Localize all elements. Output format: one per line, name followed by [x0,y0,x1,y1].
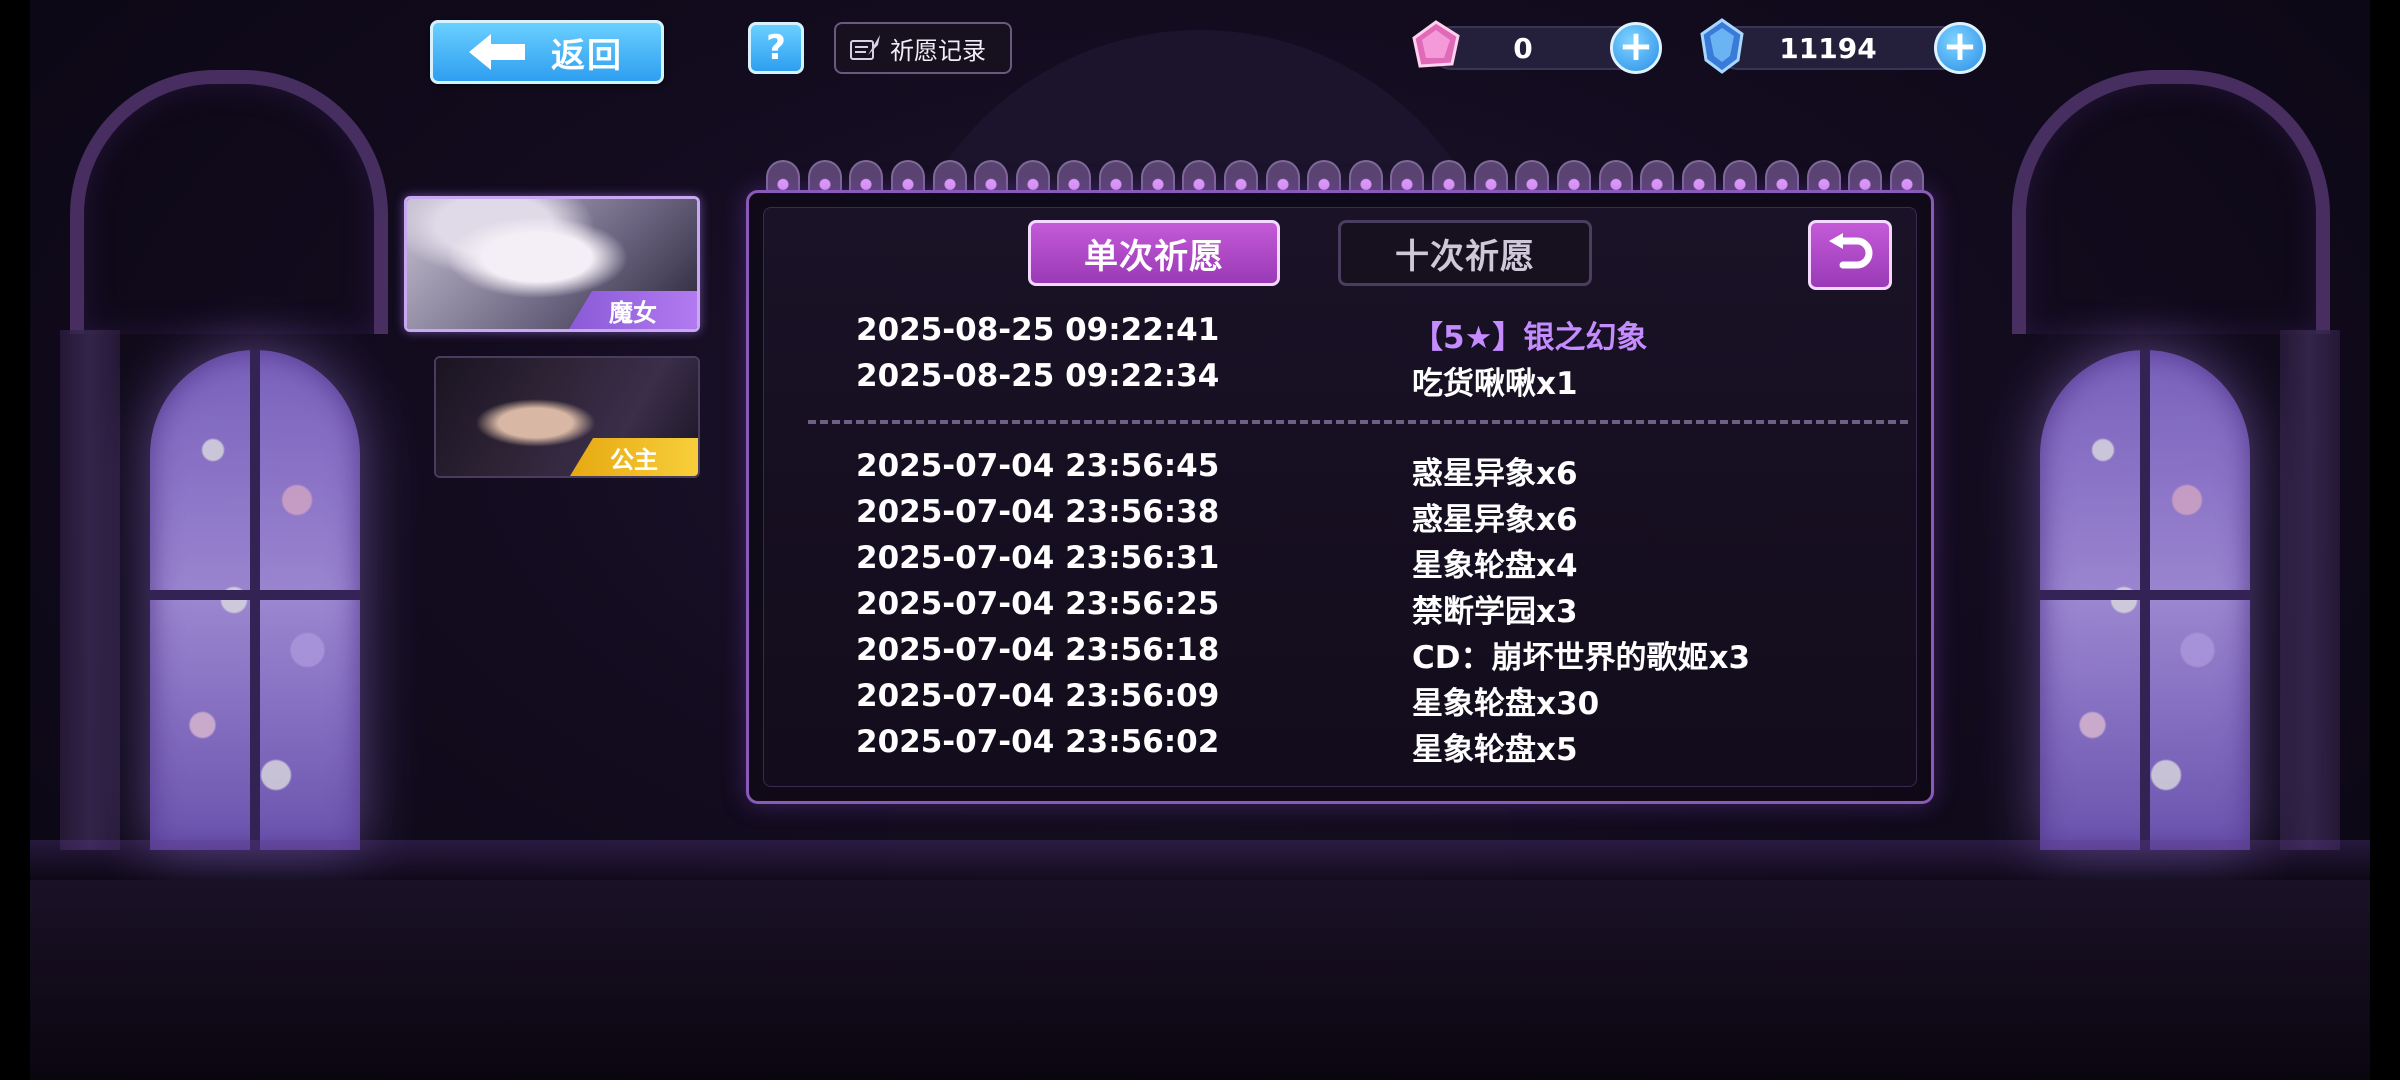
record-time: 2025-07-04 23:56:31 [856,540,1220,576]
letterbox-right [2370,0,2400,1080]
wish-history-label: 祈愿记录 [890,36,986,65]
record-time: 2025-07-04 23:56:38 [856,494,1220,530]
record-row: 2025-07-04 23:56:38 惑星异象x6 [0,494,1578,538]
back-button[interactable]: 返回 [430,20,664,84]
record-item: 星象轮盘x4 [1412,548,1578,584]
record-row: 2025-07-04 23:56:25 禁断学园x3 [0,586,1578,630]
record-group-divider [808,420,1908,424]
wish-history-button[interactable]: 祈愿记录 [834,22,1012,74]
record-row: 2025-08-25 09:22:34 吃货啾啾x1 [0,358,1578,402]
record-row: 2025-07-04 23:56:45 惑星异象x6 [0,448,1578,492]
record-time: 2025-07-04 23:56:25 [856,586,1220,622]
floor-glow [30,840,2370,880]
tab-single-wish[interactable]: 单次祈愿 [1028,220,1280,286]
record-item: 【5★】银之幻象 [1412,320,1648,356]
record-item: CD：崩坏世界的歌姬x3 [1412,640,1751,676]
record-item: 禁断学园x3 [1412,594,1578,630]
scroll-quill-icon [850,35,880,60]
back-button-label: 返回 [551,35,623,76]
record-time: 2025-07-04 23:56:18 [856,632,1220,668]
record-item: 星象轮盘x5 [1412,732,1578,768]
record-time: 2025-07-04 23:56:02 [856,724,1220,760]
add-pink-crystal-button[interactable]: + [1610,22,1662,74]
record-row: 2025-07-04 23:56:09 星象轮盘x30 [0,678,1599,722]
record-time: 2025-07-04 23:56:45 [856,448,1220,484]
stained-glass-window-right [2040,350,2250,850]
record-item: 星象轮盘x30 [1412,686,1600,722]
help-button[interactable]: ? [748,22,804,74]
record-time: 2025-08-25 09:22:34 [856,358,1220,394]
record-row: 2025-07-04 23:56:02 星象轮盘x5 [0,724,1578,768]
record-row: 2025-07-04 23:56:18 CD：崩坏世界的歌姬x3 [0,632,1750,676]
currency-blue-value: 11194 [1779,32,1877,65]
record-time: 2025-07-04 23:56:09 [856,678,1220,714]
background-pillar [2280,330,2340,850]
background-floor [30,880,2370,1080]
undo-arrow-icon [1829,233,1873,269]
tab-ten-wish[interactable]: 十次祈愿 [1338,220,1592,286]
record-row: 2025-07-04 23:56:31 星象轮盘x4 [0,540,1578,584]
background-arch-right [2012,70,2330,334]
question-icon: ? [766,28,786,68]
record-item: 吃货啾啾x1 [1412,366,1578,402]
currency-pink-crystal: 0 + [1412,20,1662,74]
record-row: 2025-08-25 09:22:41 【5★】银之幻象 [0,312,1647,356]
background-arch-left [70,70,388,334]
record-item: 惑星异象x6 [1412,502,1578,538]
currency-pink-value: 0 [1513,32,1533,65]
record-time: 2025-08-25 09:22:41 [856,312,1220,348]
currency-blue-crystal: 11194 + [1700,18,1986,74]
add-blue-crystal-button[interactable]: + [1934,22,1986,74]
record-item: 惑星异象x6 [1412,456,1578,492]
back-arrow-icon [469,34,525,70]
return-button[interactable] [1808,220,1892,290]
